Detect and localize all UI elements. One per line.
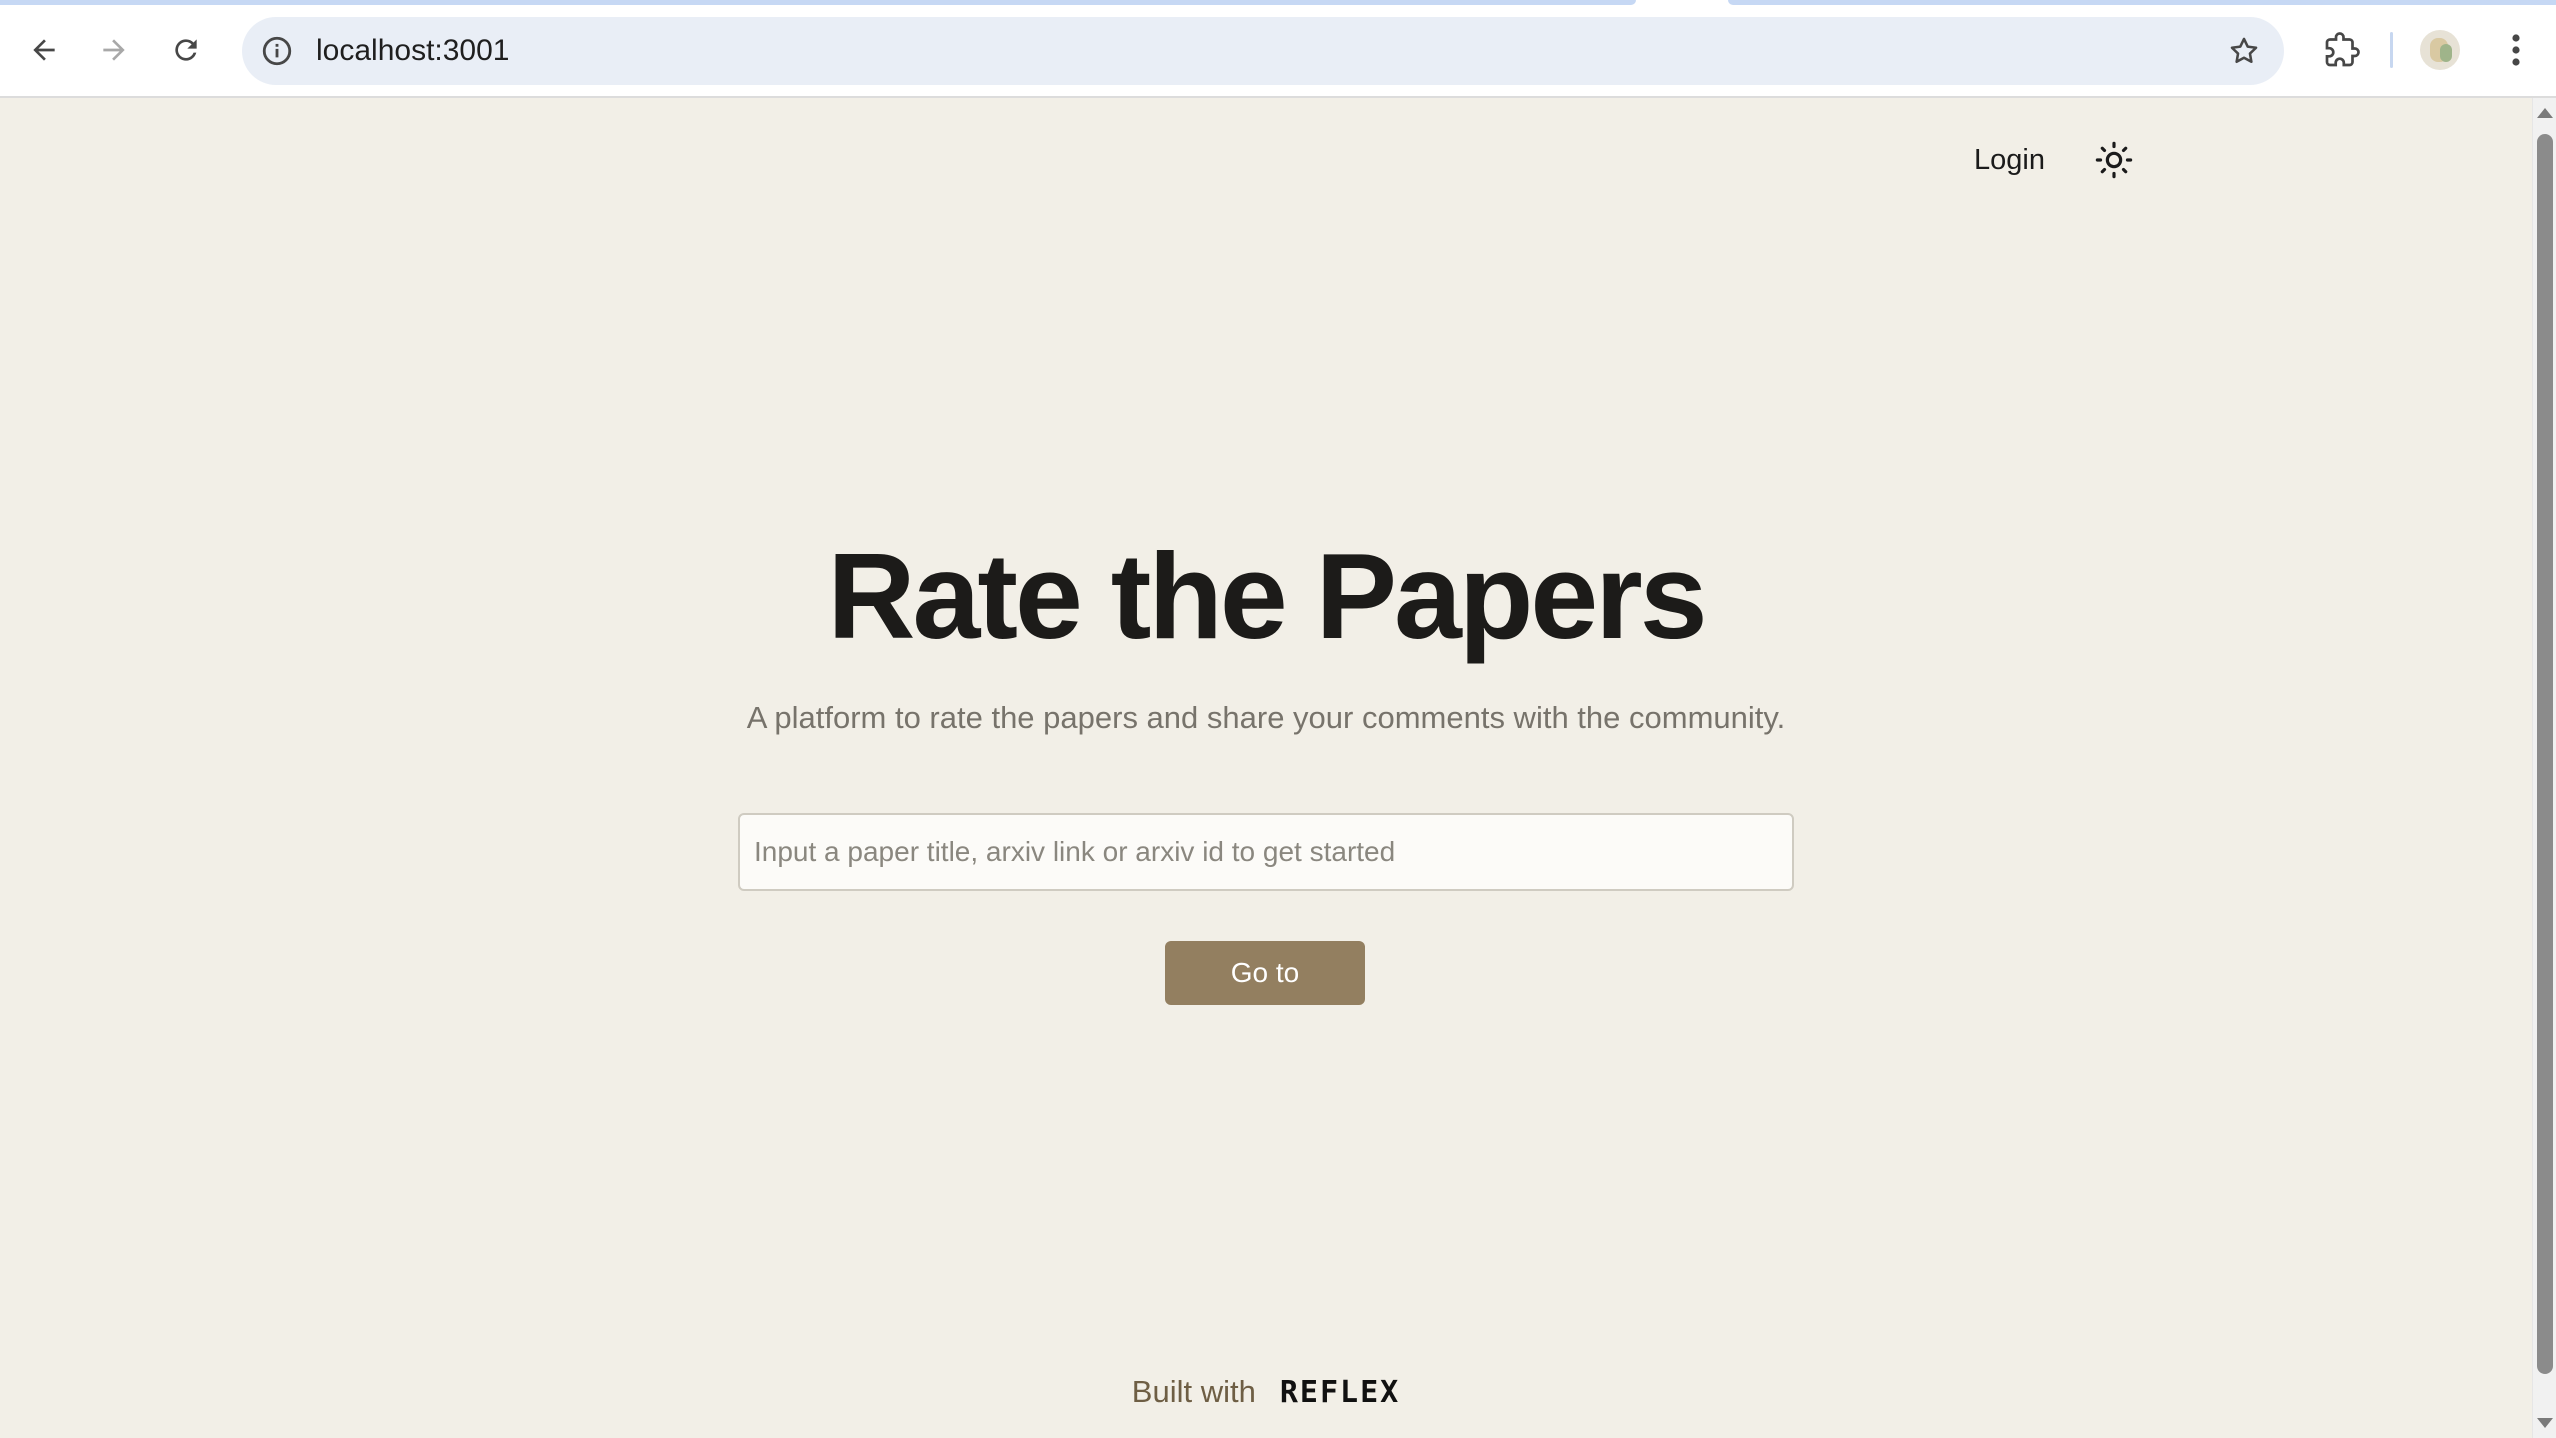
kebab-menu-icon	[2512, 34, 2520, 66]
page-scrollbar[interactable]	[2532, 98, 2556, 1438]
go-to-button[interactable]: Go to	[1165, 941, 1365, 1005]
tab-strip	[0, 0, 1636, 5]
page-title: Rate the Papers	[827, 528, 1707, 664]
toolbar-divider	[2390, 32, 2393, 68]
theme-toggle-button[interactable]	[2094, 140, 2134, 180]
paper-search-input[interactable]	[738, 813, 1794, 891]
forward-button[interactable]	[88, 24, 140, 76]
address-bar[interactable]: localhost:3001	[242, 17, 2284, 85]
url-text[interactable]: localhost:3001	[316, 34, 509, 68]
built-with-text: Built with	[1131, 1374, 1256, 1409]
login-link[interactable]: Login	[1974, 144, 2045, 177]
bookmark-star-icon[interactable]	[2224, 31, 2264, 71]
page-viewport: Login Rate the Papers A platform to rate…	[0, 98, 2532, 1438]
scroll-down-arrow[interactable]	[2537, 1418, 2553, 1428]
puzzle-icon	[2325, 32, 2360, 67]
profile-avatar[interactable]	[2420, 30, 2460, 70]
reload-button[interactable]	[160, 24, 212, 76]
page-subtitle: A platform to rate the papers and share …	[746, 700, 1786, 735]
arrow-left-icon	[33, 39, 55, 61]
sun-icon	[2095, 141, 2133, 179]
browser-menu-button[interactable]	[2498, 24, 2534, 76]
reflex-logo[interactable]: REFLEX	[1280, 1375, 1400, 1410]
extensions-button[interactable]	[2316, 24, 2368, 76]
site-info-icon[interactable]	[258, 32, 296, 70]
footer: Built with REFLEX	[0, 1374, 2532, 1410]
reload-icon	[175, 39, 197, 61]
scroll-up-arrow[interactable]	[2537, 108, 2553, 118]
back-button[interactable]	[18, 24, 70, 76]
browser-toolbar: localhost:3001	[0, 0, 2556, 98]
scroll-thumb[interactable]	[2537, 134, 2553, 1374]
tab-strip	[1728, 0, 2556, 5]
arrow-right-icon	[103, 39, 125, 61]
